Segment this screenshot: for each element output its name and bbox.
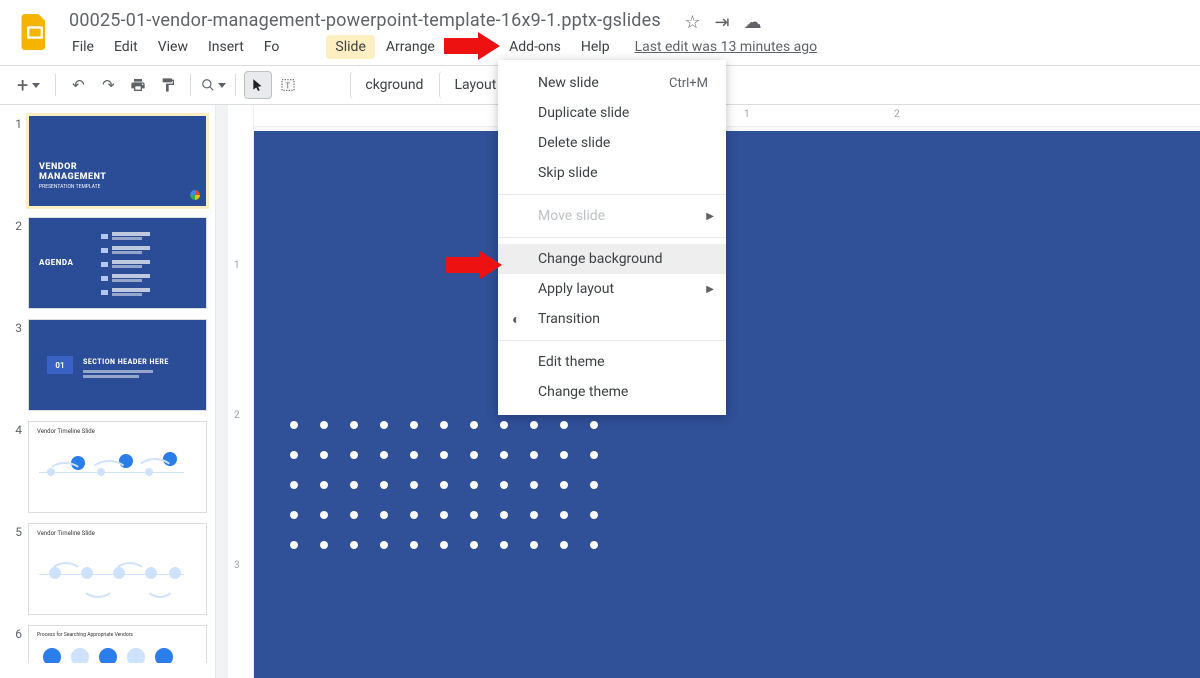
menu-insert[interactable]: Insert	[199, 35, 253, 59]
cloud-status-icon[interactable]: ☁	[744, 12, 762, 33]
slide-thumb-6[interactable]: 6 Process for Searching Appropriate Vend…	[8, 625, 207, 663]
separator	[55, 74, 56, 96]
thumb-number: 2	[8, 217, 22, 309]
menu-change-theme[interactable]: Change theme	[498, 377, 726, 407]
filmstrip[interactable]: 1 VENDOR MANAGEMENT PRESENTATION TEMPLAT…	[0, 105, 215, 678]
menu-file[interactable]: File	[63, 35, 103, 59]
separator	[235, 74, 236, 96]
thumb-text: Process for Searching Appropriate Vendor…	[37, 632, 133, 638]
separator	[190, 74, 191, 96]
thumb-number: 5	[8, 523, 22, 615]
menu-arrange[interactable]: Arrange	[377, 35, 444, 59]
header: 00025-01-vendor-management-powerpoint-te…	[0, 0, 1200, 59]
textbox-tool[interactable]: T	[274, 71, 302, 99]
title-area: 00025-01-vendor-management-powerpoint-te…	[63, 8, 1185, 59]
annotation-arrow-icon	[444, 32, 500, 60]
filmstrip-scrollbar[interactable]	[215, 105, 228, 678]
thumb-text: VENDOR	[39, 162, 77, 172]
menu-transition[interactable]: ◐ Transition	[498, 304, 726, 334]
separator	[498, 194, 726, 195]
star-icon[interactable]: ☆	[684, 12, 700, 33]
thumb-text: PRESENTATION TEMPLATE	[39, 184, 100, 190]
thumb-text: SECTION HEADER HERE	[83, 358, 169, 366]
thumb-text: 01	[47, 356, 73, 374]
new-slide-button[interactable]: +	[10, 71, 47, 99]
menu-apply-layout[interactable]: Apply layout▶	[498, 274, 726, 304]
menu-edit-theme[interactable]: Edit theme	[498, 347, 726, 377]
slide-canvas[interactable]: VENDOR	[254, 127, 1200, 678]
menu-skip-slide[interactable]: Skip slide	[498, 158, 726, 188]
slide-thumb-1[interactable]: 1 VENDOR MANAGEMENT PRESENTATION TEMPLAT…	[8, 115, 207, 207]
menu-new-slide[interactable]: New slideCtrl+M	[498, 68, 726, 98]
menu-help[interactable]: Help	[572, 35, 619, 59]
thumb-number: 4	[8, 421, 22, 513]
slide-thumb-2[interactable]: 2 AGENDA	[8, 217, 207, 309]
slide-thumb-4[interactable]: 4 Vendor Timeline Slide	[8, 421, 207, 513]
undo-button[interactable]: ↶	[64, 71, 92, 99]
menu-delete-slide[interactable]: Delete slide	[498, 128, 726, 158]
last-edit-link[interactable]: Last edit was 13 minutes ago	[635, 39, 818, 55]
menu-duplicate-slide[interactable]: Duplicate slide	[498, 98, 726, 128]
redo-button[interactable]: ↷	[94, 71, 122, 99]
thumb-number: 1	[8, 115, 22, 207]
move-icon[interactable]: ⇥	[715, 12, 730, 33]
thumb-text: MANAGEMENT	[39, 172, 106, 182]
svg-text:T: T	[286, 81, 291, 90]
slide-thumb-3[interactable]: 3 01 SECTION HEADER HERE	[8, 319, 207, 411]
menu-edit[interactable]: Edit	[105, 35, 147, 59]
thumb-text: Vendor Timeline Slide	[37, 530, 95, 537]
slide-thumb-5[interactable]: 5 🔗 Vendor Timeline Slide	[8, 523, 207, 615]
thumb-text: AGENDA	[39, 258, 73, 267]
vertical-ruler: 1 2 3	[228, 105, 254, 678]
zoom-button[interactable]	[199, 71, 227, 99]
separator	[498, 237, 726, 238]
document-title[interactable]: 00025-01-vendor-management-powerpoint-te…	[63, 8, 667, 33]
menu-view[interactable]: View	[149, 35, 197, 59]
menubar: File Edit View Insert Fo Slide Arrange T…	[63, 35, 1185, 59]
select-tool[interactable]	[244, 71, 272, 99]
menu-move-slide: Move slide▶	[498, 201, 726, 231]
logo-dot-icon	[190, 190, 200, 200]
slide-menu-dropdown: New slideCtrl+M Duplicate slide Delete s…	[498, 60, 726, 415]
menu-slide[interactable]: Slide	[326, 35, 374, 59]
thumb-number: 6	[8, 625, 22, 663]
paint-format-button[interactable]	[154, 71, 182, 99]
decorative-dots	[290, 421, 600, 551]
menu-addons[interactable]: Add-ons	[500, 35, 570, 59]
menu-format[interactable]: Fo	[255, 35, 289, 59]
background-button[interactable]: ckground	[350, 71, 433, 99]
transition-icon: ◐	[512, 311, 520, 328]
slides-logo[interactable]	[15, 12, 55, 52]
horizontal-ruler: 1 2	[254, 105, 1200, 127]
thumb-text: Vendor Timeline Slide	[37, 428, 95, 435]
separator	[498, 340, 726, 341]
print-button[interactable]	[124, 71, 152, 99]
menu-change-background[interactable]: Change background	[498, 244, 726, 274]
annotation-arrow-icon	[446, 251, 502, 279]
thumb-number: 3	[8, 319, 22, 411]
